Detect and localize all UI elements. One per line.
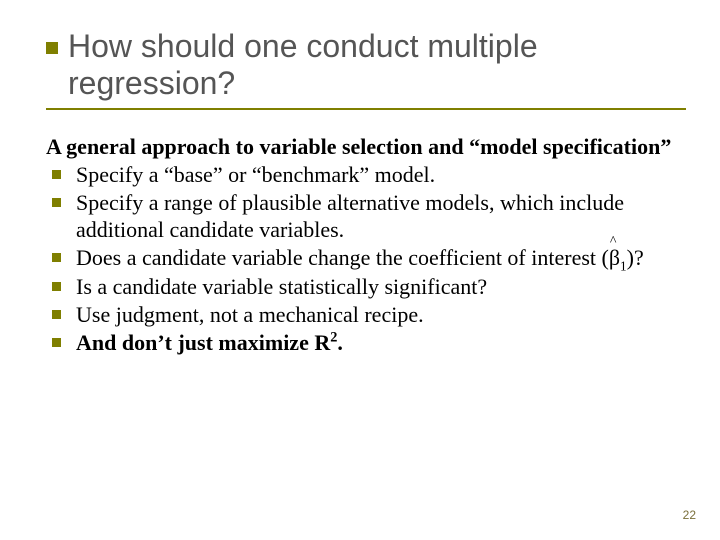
beta-subscript: 1 xyxy=(620,259,627,274)
list-item: Specify a range of plausible alternative… xyxy=(46,190,680,243)
square-bullet-icon xyxy=(46,42,58,54)
list-text-prefix: Does a candidate variable change the coe… xyxy=(76,245,609,270)
body-content: A general approach to variable selection… xyxy=(46,134,680,357)
hat-icon: ^ xyxy=(610,234,617,251)
list-text: Is a candidate variable statistically si… xyxy=(76,274,487,299)
list-text: Use judgment, not a mechanical recipe. xyxy=(76,302,424,327)
r2-suffix: . xyxy=(337,330,343,355)
beta-hat-symbol: ^β1 xyxy=(609,245,627,271)
list-text-suffix: )? xyxy=(627,245,644,270)
slide: How should one conduct multiple regressi… xyxy=(0,0,720,540)
list-text-bold: And don’t just maximize R2. xyxy=(76,330,343,355)
list-item: Use judgment, not a mechanical recipe. xyxy=(46,302,680,328)
list-text: Specify a “base” or “benchmark” model. xyxy=(76,162,435,187)
list-text: Specify a range of plausible alternative… xyxy=(76,190,624,241)
page-number: 22 xyxy=(683,508,696,522)
list-item: Specify a “base” or “benchmark” model. xyxy=(46,162,680,188)
lead-paragraph: A general approach to variable selection… xyxy=(46,134,680,160)
list-item: And don’t just maximize R2. xyxy=(46,330,680,356)
title-underline xyxy=(46,108,686,110)
list-item: Is a candidate variable statistically si… xyxy=(46,274,680,300)
slide-title: How should one conduct multiple regressi… xyxy=(68,28,668,102)
r2-prefix: And don’t just maximize R xyxy=(76,330,330,355)
bullet-list: Specify a “base” or “benchmark” model. S… xyxy=(46,162,680,357)
list-item: Does a candidate variable change the coe… xyxy=(46,245,680,271)
title-block: How should one conduct multiple regressi… xyxy=(46,28,680,110)
